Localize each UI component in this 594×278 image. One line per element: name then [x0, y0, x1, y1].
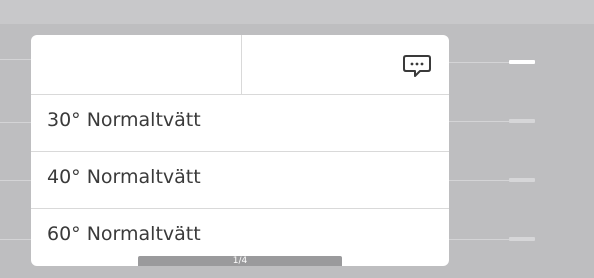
right-guide-line [449, 62, 509, 63]
program-list-panel: 30° Normaltvätt 40° Normaltvätt 60° Norm… [31, 35, 449, 266]
right-guide-line [449, 239, 509, 240]
page-indicator-label: 1/4 [232, 256, 248, 266]
program-label: 30° Normaltvätt [47, 109, 201, 131]
page-indicator: 1/4 [138, 256, 342, 266]
messages-button[interactable] [242, 35, 449, 94]
right-guide-line [449, 121, 509, 122]
right-guide-line [449, 180, 509, 181]
program-label: 60° Normaltvätt [47, 223, 201, 245]
scroll-position-indicator [509, 178, 535, 182]
panel-header [31, 35, 449, 94]
left-guide-line [0, 180, 31, 181]
header-left-cell[interactable] [31, 35, 241, 94]
program-item-30[interactable]: 30° Normaltvätt [31, 94, 449, 151]
left-guide-line [0, 59, 31, 60]
program-item-40[interactable]: 40° Normaltvätt [31, 151, 449, 208]
scroll-position-indicator-active [509, 60, 535, 64]
scroll-position-indicator [509, 119, 535, 123]
program-label: 40° Normaltvätt [47, 166, 201, 188]
top-bar [0, 0, 594, 24]
message-bubble-icon [403, 55, 431, 77]
left-guide-line [0, 239, 31, 240]
scroll-position-indicator [509, 237, 535, 241]
left-guide-line [0, 122, 31, 123]
